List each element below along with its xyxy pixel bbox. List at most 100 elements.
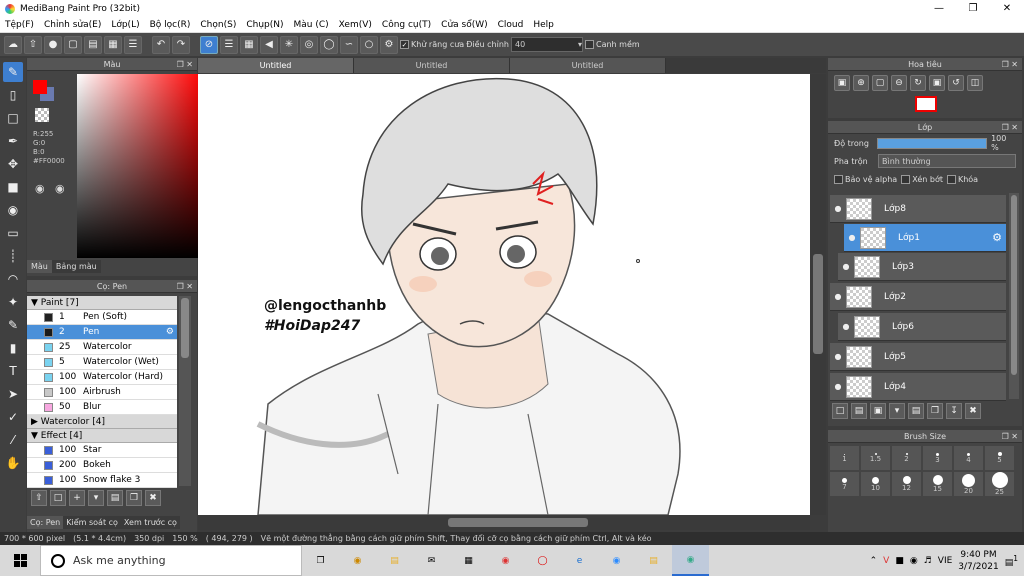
brush-item[interactable]: 200 Bokeh (27, 458, 177, 473)
layer-item[interactable]: ● Lớp3 (838, 253, 1006, 281)
menu-window[interactable]: Cửa sổ(W) (436, 20, 492, 30)
snap-curve-icon[interactable]: ∽ (340, 35, 358, 54)
brush-size-option[interactable]: 4 (954, 446, 983, 470)
taskbar-clock[interactable]: 9:40 PM 3/7/2021 (958, 549, 998, 573)
hand-tool-icon[interactable]: ✋ (3, 453, 23, 473)
menu-tools[interactable]: Công cụ(T) (377, 20, 436, 30)
select-pen-tool-icon[interactable]: ✎ (3, 315, 23, 335)
menu-cloud[interactable]: Cloud (493, 20, 529, 30)
new-brush-icon[interactable]: □ (50, 490, 66, 506)
file-explorer-icon[interactable]: ▤ (376, 545, 413, 576)
edge-icon[interactable]: e (561, 545, 598, 576)
visibility-icon[interactable]: ● (838, 262, 854, 271)
panel-popout-icon[interactable]: ❐ ✕ (1002, 60, 1018, 69)
brush-item[interactable]: 100 Watercolor (Hard) (27, 370, 177, 385)
grid-icon[interactable]: ▦ (104, 35, 122, 54)
canvas-horizontal-scrollbar[interactable] (198, 515, 810, 530)
eraser-tool-icon[interactable]: ▯ (3, 85, 23, 105)
panel-popout-icon[interactable]: ❐ ✕ (177, 60, 193, 69)
text-tool-icon[interactable]: T (3, 361, 23, 381)
menu-filter[interactable]: Bộ lọc(R) (145, 20, 196, 30)
eyedropper-tool-icon[interactable]: ⁄ (3, 430, 23, 450)
mail-icon[interactable]: ✉ (413, 545, 450, 576)
cloud-icon[interactable]: ☁ (4, 35, 22, 54)
taskbar-search[interactable]: Ask me anything (40, 545, 302, 576)
tab-brush-control[interactable]: Kiểm soát cọ (63, 516, 121, 529)
store-icon[interactable]: ▦ (450, 545, 487, 576)
brush-size-option[interactable]: 5 (985, 446, 1014, 470)
saturation-value-picker[interactable] (77, 74, 203, 258)
brush-menu-icon[interactable]: ▾ (88, 490, 104, 506)
operation-tool-icon[interactable]: ➤ (3, 384, 23, 404)
zoom-actual-icon[interactable]: ▢ (872, 75, 888, 91)
folder-icon[interactable]: ▤ (107, 490, 123, 506)
layer-list-scrollbar[interactable] (1009, 193, 1019, 399)
brush-group-effect[interactable]: ▼ Effect [4] (27, 429, 177, 443)
rectangle-tool-icon[interactable]: □ (3, 108, 23, 128)
menu-help[interactable]: Help (528, 20, 559, 30)
panel-popout-icon[interactable]: ❐ ✕ (1002, 123, 1018, 132)
lasso-tool-icon[interactable]: ◠ (3, 269, 23, 289)
visibility-icon[interactable]: ● (830, 382, 846, 391)
brush-item[interactable]: 1 Pen (Soft) (27, 310, 177, 325)
brush-item[interactable]: 5 Watercolor (Wet) (27, 355, 177, 370)
reset-icon[interactable]: ↺ (948, 75, 964, 91)
menu-snap[interactable]: Chụp(N) (241, 20, 288, 30)
divide-tool-icon[interactable]: ✓ (3, 407, 23, 427)
maximize-icon[interactable]: ❐ (956, 0, 990, 17)
blend-mode-dropdown[interactable]: Bình thường (878, 154, 1016, 168)
menu-color[interactable]: Màu (C) (289, 20, 334, 30)
brush-item[interactable]: 100 Star (27, 443, 177, 458)
brush-list-scrollbar[interactable] (179, 296, 191, 486)
palette-icon[interactable]: ◉ (35, 182, 45, 195)
pen-line-tool-icon[interactable]: ✒ (3, 131, 23, 151)
zoom-app-icon[interactable]: ◉ (598, 545, 635, 576)
move-tool-icon[interactable]: ✥ (3, 154, 23, 174)
snap-radial-icon[interactable]: ✳ (280, 35, 298, 54)
brush-group-watercolor[interactable]: ▶ Watercolor [4] (27, 415, 177, 429)
margin-checkbox[interactable]: Canh mềm (584, 40, 640, 49)
brush-size-option[interactable]: 12 (892, 472, 921, 496)
task-view-icon[interactable]: ❐ (302, 545, 339, 576)
opera-icon[interactable]: ◯ (524, 545, 561, 576)
bucket-tool-icon[interactable]: ◉ (3, 200, 23, 220)
layer-item[interactable]: ● Lớp5 (830, 343, 1006, 371)
visibility-icon[interactable]: ● (838, 322, 854, 331)
folder-icon[interactable]: ▤ (908, 403, 924, 419)
layer-item[interactable]: ● Lớp2 (830, 283, 1006, 311)
add-brush-icon[interactable]: + (69, 490, 85, 506)
tab-palette[interactable]: Bảng màu (51, 260, 101, 273)
brush-size-option[interactable]: 1 (830, 446, 859, 470)
brush-tool-icon[interactable]: ✎ (3, 62, 23, 82)
gear-icon[interactable]: ⚙ (166, 327, 174, 337)
lock-checkbox[interactable]: Khóa (946, 174, 978, 184)
menu-layer[interactable]: Lớp(L) (106, 20, 144, 30)
snap-circle-icon[interactable]: ◯ (320, 35, 338, 54)
layer-item-selected[interactable]: ● Lớp1 ⚙ (844, 224, 1006, 252)
brush-item[interactable]: 25 Watercolor (27, 340, 177, 355)
menu-edit[interactable]: Chỉnh sửa(E) (39, 20, 106, 30)
chrome-icon[interactable]: ◉ (487, 545, 524, 576)
snap-settings-icon[interactable]: ⚙ (380, 35, 398, 54)
canvas-vertical-scrollbar[interactable] (810, 74, 826, 515)
duplicate-layer-icon[interactable]: ❐ (927, 403, 943, 419)
upload-brush-icon[interactable]: ⇧ (31, 490, 47, 506)
share-icon[interactable]: ⇧ (24, 35, 42, 54)
brush-group-paint[interactable]: ▼ Paint [7] (27, 296, 177, 310)
notification-icon[interactable]: ▤1 (1005, 554, 1018, 568)
visibility-icon[interactable]: ● (844, 233, 860, 242)
tab-brush[interactable]: Cọ: Pen (27, 516, 64, 529)
panel-popout-icon[interactable]: ❐ ✕ (177, 282, 193, 291)
menu-select[interactable]: Chọn(S) (195, 20, 241, 30)
close-icon[interactable]: ✕ (990, 0, 1024, 17)
foreground-color-swatch[interactable] (33, 80, 47, 94)
brush-size-option[interactable]: 25 (985, 472, 1014, 496)
medibang-app-icon[interactable]: ◉ (672, 545, 709, 576)
comment-icon[interactable]: ● (44, 35, 62, 54)
merge-down-icon[interactable]: ↧ (946, 403, 962, 419)
new-layer-icon[interactable]: □ (832, 403, 848, 419)
new-halftone-layer-icon[interactable]: ▤ (851, 403, 867, 419)
snap-vanish-icon[interactable]: ◀ (260, 35, 278, 54)
volume-icon[interactable]: ♬ (924, 556, 932, 566)
layer-menu-icon[interactable]: ▾ (889, 403, 905, 419)
